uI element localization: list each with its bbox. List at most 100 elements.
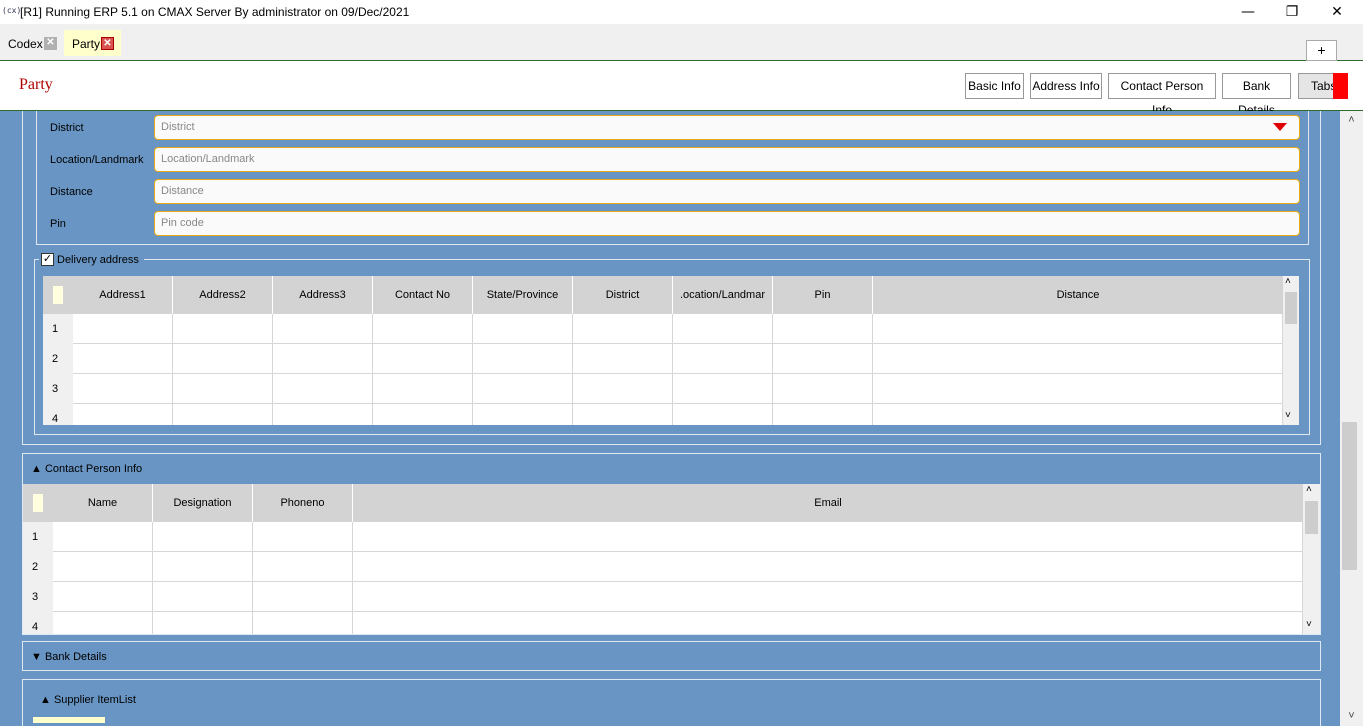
- district-dropdown-icon[interactable]: [1273, 123, 1287, 131]
- pin-field[interactable]: Pin code: [154, 211, 1300, 236]
- scroll-up-icon[interactable]: ˄: [1306, 484, 1312, 495]
- scroll-thumb[interactable]: [1285, 292, 1297, 324]
- page-scrollbar[interactable]: ˄ ˅: [1340, 111, 1363, 726]
- delivery-cell[interactable]: [573, 374, 673, 404]
- delivery-cell[interactable]: [373, 314, 473, 344]
- delivery-cell[interactable]: [373, 374, 473, 404]
- col-address2[interactable]: Address2: [173, 276, 273, 314]
- contact-cell[interactable]: [153, 552, 253, 582]
- contact-cell[interactable]: [53, 582, 153, 612]
- delivery-cell[interactable]: [873, 404, 1283, 425]
- bank-section-toggle[interactable]: ▼ Bank Details: [31, 651, 107, 663]
- delivery-cell[interactable]: [273, 314, 373, 344]
- col-pin[interactable]: Pin: [773, 276, 873, 314]
- delivery-row-header[interactable]: 3: [43, 374, 73, 404]
- delivery-cell[interactable]: [473, 314, 573, 344]
- delivery-cell[interactable]: [173, 374, 273, 404]
- col-designation[interactable]: Designation: [153, 484, 253, 522]
- delivery-row-header[interactable]: 4: [43, 404, 73, 425]
- scroll-down-icon[interactable]: ˅: [1340, 707, 1363, 725]
- delivery-cell[interactable]: [73, 404, 173, 425]
- scroll-up-icon[interactable]: ˄: [1285, 276, 1291, 287]
- col-phoneno[interactable]: Phoneno: [253, 484, 353, 522]
- col-email[interactable]: Email: [353, 484, 1303, 522]
- contact-cell[interactable]: [353, 522, 1303, 552]
- delivery-cell[interactable]: [873, 344, 1283, 374]
- contact-cell[interactable]: [153, 522, 253, 552]
- contact-cell[interactable]: [353, 552, 1303, 582]
- basic-info-button[interactable]: Basic Info: [965, 73, 1024, 99]
- contact-cell[interactable]: [253, 582, 353, 612]
- col-distance[interactable]: Distance: [873, 276, 1283, 314]
- delivery-cell[interactable]: [273, 404, 373, 425]
- delivery-cell[interactable]: [473, 344, 573, 374]
- delivery-cell[interactable]: [273, 374, 373, 404]
- address-info-button[interactable]: Address Info: [1030, 73, 1102, 99]
- delivery-grid-scrollbar[interactable]: ˄ ˅: [1283, 276, 1299, 425]
- contact-section-toggle[interactable]: ▲ Contact Person Info: [31, 463, 142, 475]
- contact-cell[interactable]: [153, 612, 253, 634]
- delivery-cell[interactable]: [873, 314, 1283, 344]
- delivery-cell[interactable]: [373, 404, 473, 425]
- delivery-cell[interactable]: [773, 344, 873, 374]
- close-tab-icon[interactable]: ✕: [101, 37, 114, 50]
- delivery-cell[interactable]: [473, 374, 573, 404]
- delivery-cell[interactable]: [273, 344, 373, 374]
- scroll-thumb[interactable]: [1305, 501, 1318, 534]
- supplier-section-toggle[interactable]: ▲ Supplier ItemList: [40, 694, 136, 706]
- col-district[interactable]: District: [573, 276, 673, 314]
- col-contact-no[interactable]: Contact No: [373, 276, 473, 314]
- district-select[interactable]: District: [154, 115, 1300, 140]
- col-state[interactable]: State/Province: [473, 276, 573, 314]
- contact-cell[interactable]: [253, 522, 353, 552]
- delivery-cell[interactable]: [673, 314, 773, 344]
- col-location[interactable]: .ocation/Landmar: [673, 276, 773, 314]
- col-address3[interactable]: Address3: [273, 276, 373, 314]
- delivery-row-header[interactable]: 2: [43, 344, 73, 374]
- location-field[interactable]: Location/Landmark: [154, 147, 1300, 172]
- delivery-cell[interactable]: [373, 344, 473, 374]
- contact-row-header[interactable]: 4: [23, 612, 53, 634]
- contact-cell[interactable]: [353, 582, 1303, 612]
- delivery-cell[interactable]: [673, 344, 773, 374]
- close-icon[interactable]: ✕: [1322, 2, 1352, 22]
- delivery-cell[interactable]: [173, 404, 273, 425]
- bank-details-button[interactable]: Bank Details: [1222, 73, 1291, 117]
- contact-row-header[interactable]: 3: [23, 582, 53, 612]
- contact-cell[interactable]: [53, 552, 153, 582]
- delivery-cell[interactable]: [773, 314, 873, 344]
- delivery-cell[interactable]: [173, 344, 273, 374]
- delivery-cell[interactable]: [673, 404, 773, 425]
- delivery-cell[interactable]: [173, 314, 273, 344]
- delivery-cell[interactable]: [73, 314, 173, 344]
- contact-row-header[interactable]: 2: [23, 552, 53, 582]
- contact-cell[interactable]: [353, 612, 1303, 634]
- scroll-down-icon[interactable]: ˅: [1306, 619, 1312, 630]
- scroll-down-icon[interactable]: ˅: [1285, 410, 1291, 421]
- delivery-cell[interactable]: [573, 314, 673, 344]
- close-tab-icon[interactable]: ✕: [44, 37, 57, 50]
- contact-cell[interactable]: [153, 582, 253, 612]
- delivery-cell[interactable]: [773, 404, 873, 425]
- delivery-cell[interactable]: [573, 404, 673, 425]
- contact-cell[interactable]: [253, 552, 353, 582]
- minimize-icon[interactable]: —: [1233, 2, 1263, 22]
- distance-field[interactable]: Distance: [154, 179, 1300, 204]
- delivery-grid[interactable]: Address1 Address2 Address3 Contact No St…: [43, 276, 1299, 425]
- add-tab-button[interactable]: +: [1306, 40, 1337, 61]
- contact-grid-scrollbar[interactable]: ˄ ˅: [1303, 484, 1320, 634]
- delivery-checkbox[interactable]: ✓: [41, 253, 54, 266]
- delivery-cell[interactable]: [573, 344, 673, 374]
- delivery-cell[interactable]: [873, 374, 1283, 404]
- delivery-cell[interactable]: [73, 374, 173, 404]
- col-name[interactable]: Name: [53, 484, 153, 522]
- delivery-cell[interactable]: [473, 404, 573, 425]
- col-address1[interactable]: Address1: [73, 276, 173, 314]
- contact-cell[interactable]: [53, 612, 153, 634]
- contact-grid[interactable]: Name Designation Phoneno Email 1234 ˄ ˅: [23, 484, 1320, 634]
- contact-cell[interactable]: [53, 522, 153, 552]
- delivery-cell[interactable]: [73, 344, 173, 374]
- contact-row-header[interactable]: 1: [23, 522, 53, 552]
- scroll-up-icon[interactable]: ˄: [1340, 111, 1363, 129]
- delivery-row-header[interactable]: 1: [43, 314, 73, 344]
